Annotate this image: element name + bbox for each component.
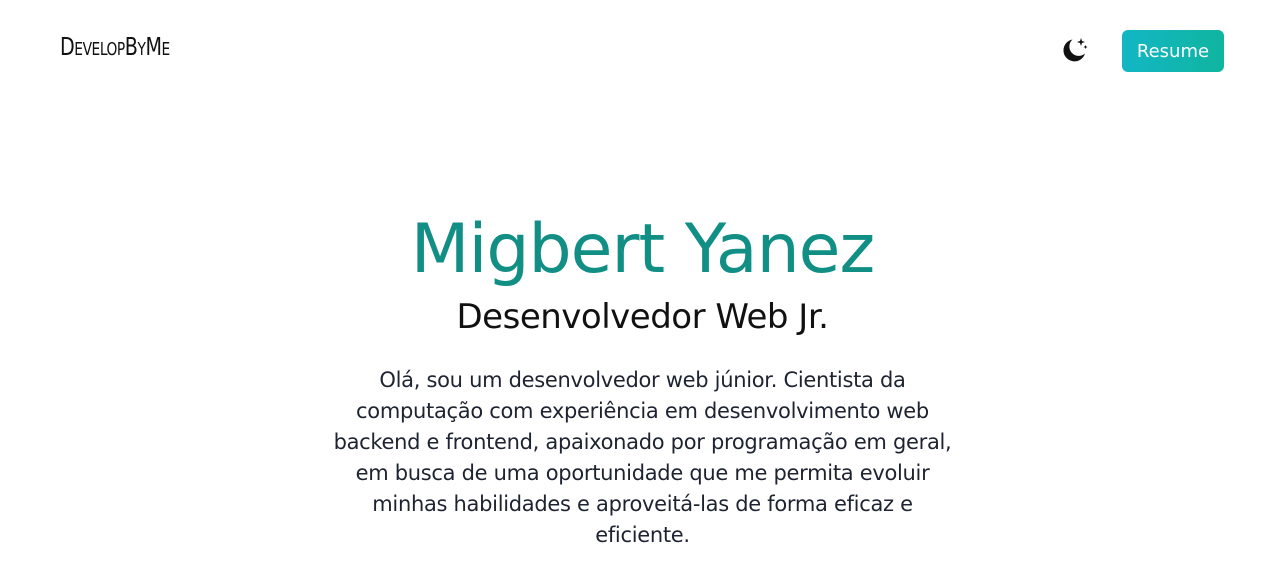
hero-bio: Olá, sou um desenvolvedor web júnior. Ci… bbox=[333, 368, 952, 547]
theme-toggle-button[interactable] bbox=[1058, 34, 1090, 66]
hero-section: Migbert Yanez Desenvolvedor Web Jr. Olá,… bbox=[0, 208, 1285, 551]
site-logo[interactable]: DevelopByMe bbox=[60, 32, 170, 62]
resume-button[interactable]: Resume bbox=[1122, 30, 1224, 72]
moon-stars-icon bbox=[1063, 38, 1088, 62]
hero-name: Migbert Yanez bbox=[410, 210, 875, 289]
site-header: DevelopByMe Resume bbox=[0, 0, 1285, 100]
hero-role: Desenvolvedor Web Jr. bbox=[456, 297, 829, 337]
